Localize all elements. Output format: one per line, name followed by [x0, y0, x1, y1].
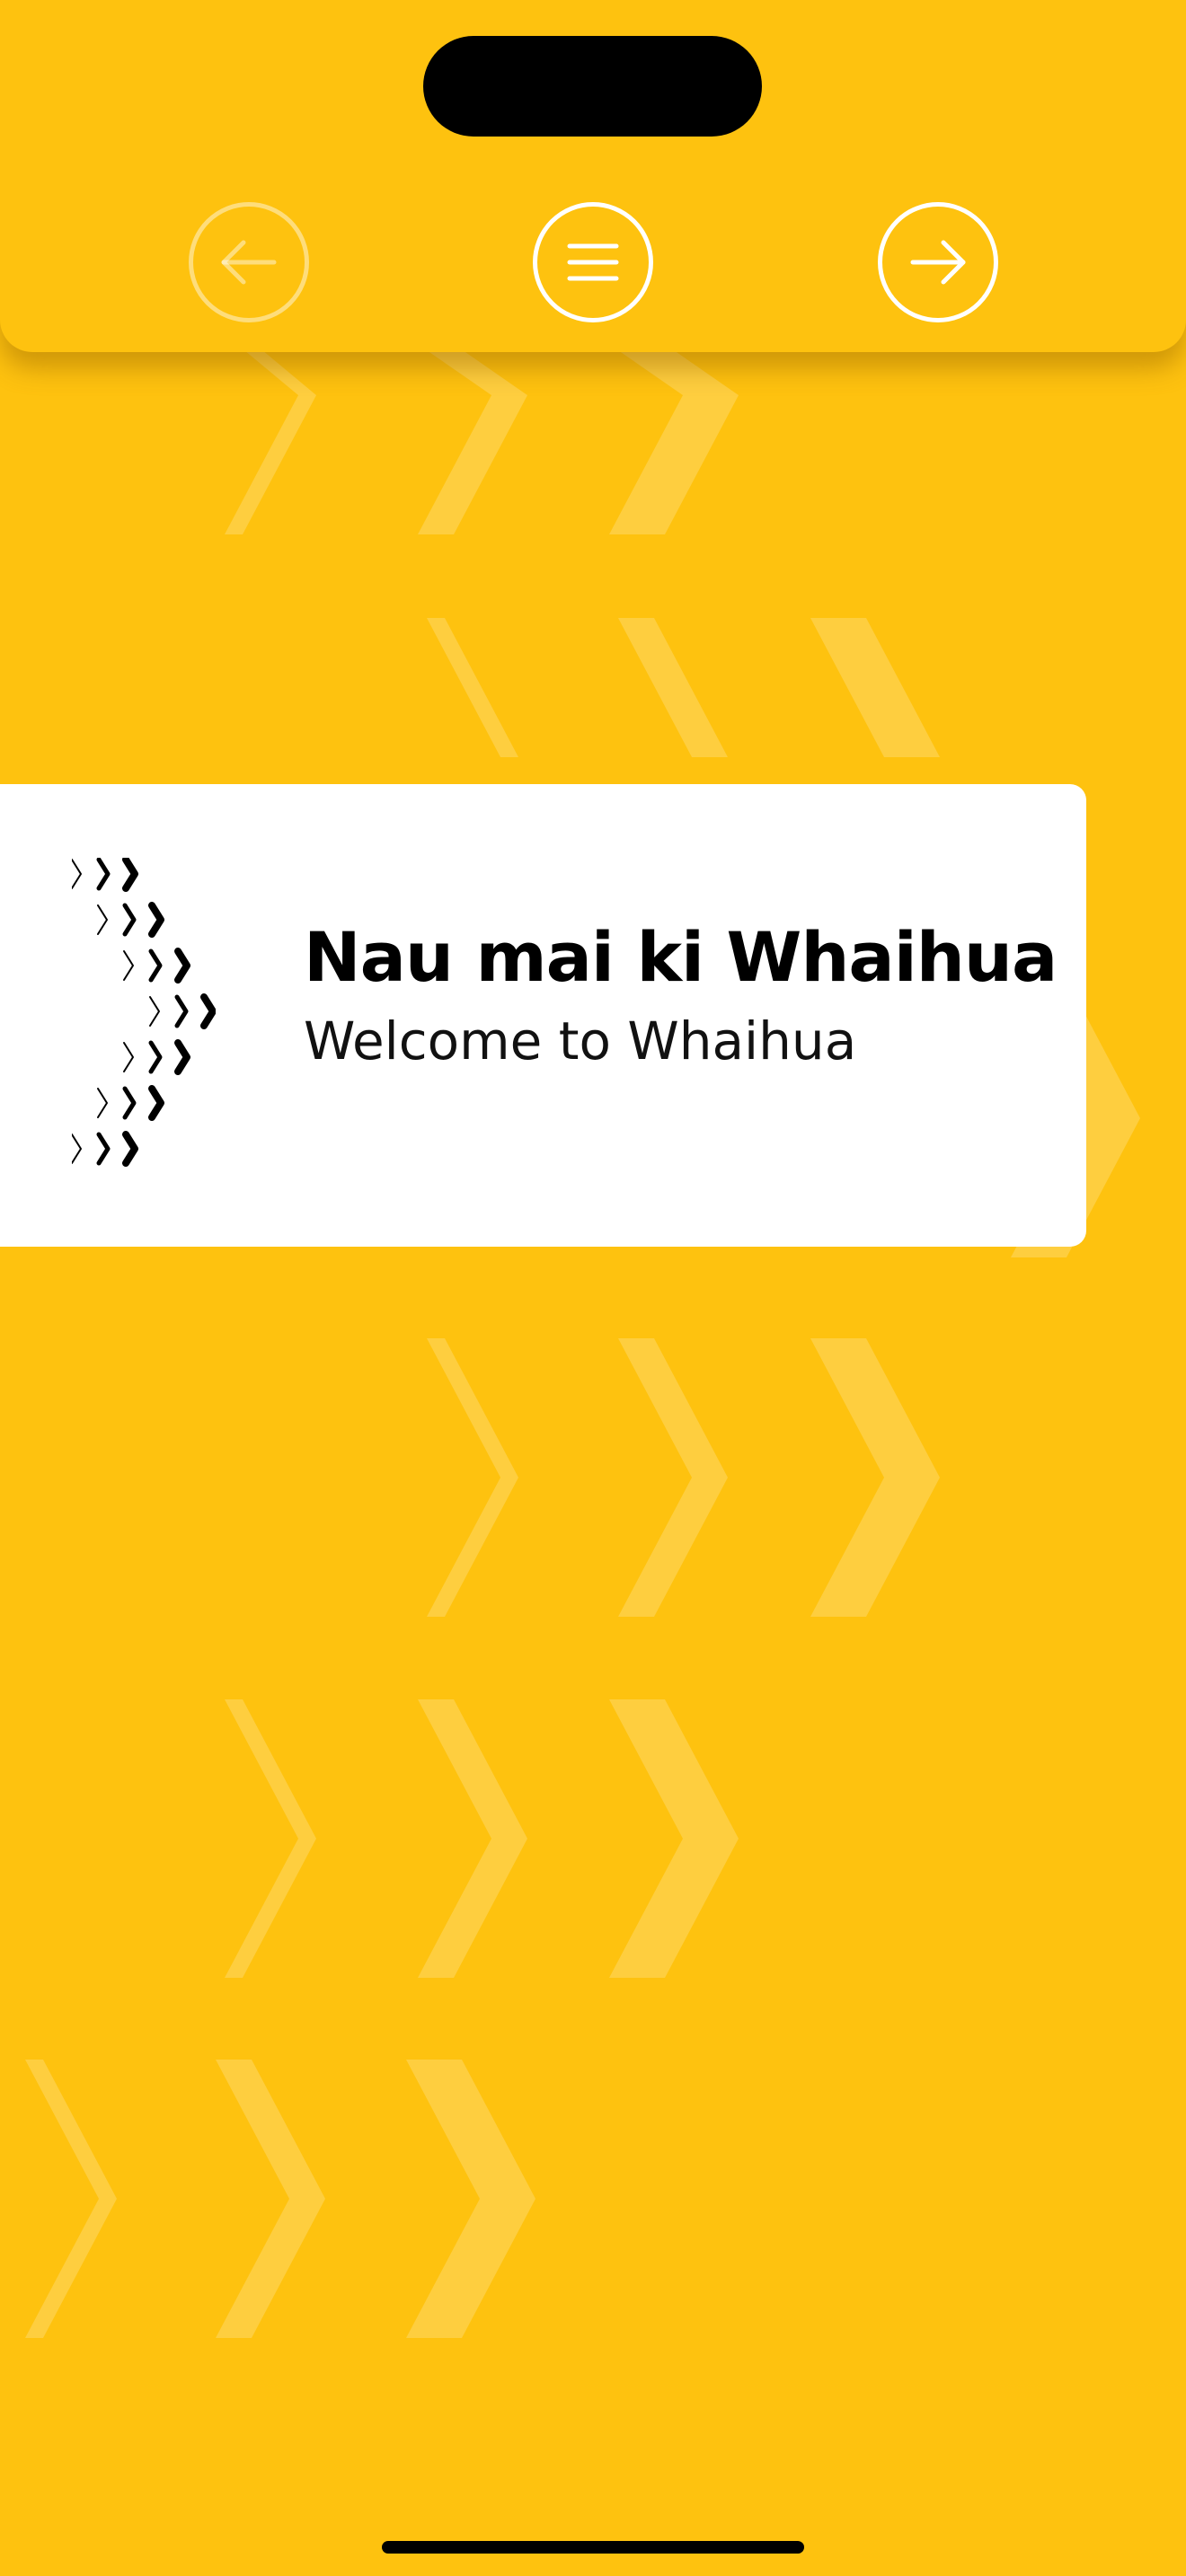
chevron-mark — [216, 2060, 325, 2199]
chevron-mark — [810, 1338, 940, 1478]
back-button[interactable] — [189, 202, 309, 322]
chevron-mark — [418, 1699, 527, 1839]
chevron-mark — [25, 2060, 117, 2199]
chevron-mark — [427, 618, 518, 757]
chevron-mark — [225, 1699, 316, 1839]
welcome-card: Nau mai ki Whaihua Welcome to Whaihua — [0, 784, 1086, 1247]
chevron-mark — [609, 395, 739, 534]
menu-button[interactable] — [533, 202, 653, 322]
chevron-mark — [618, 618, 728, 757]
top-navigation-bar — [0, 0, 1186, 352]
chevron-mark — [618, 350, 739, 395]
chevron-mark — [810, 618, 940, 757]
chevron-mark — [418, 395, 527, 534]
chevron-mark — [406, 2199, 535, 2338]
arrow-right-icon — [910, 240, 966, 285]
welcome-subtitle: Welcome to Whaihua — [304, 1010, 857, 1072]
chevron-mark — [244, 350, 316, 395]
chevron-mark — [418, 1839, 527, 1978]
chevron-mark — [810, 1478, 940, 1617]
next-button[interactable] — [878, 202, 998, 322]
chevron-mark — [25, 2199, 117, 2338]
background-chevron-pattern — [25, 350, 1140, 2338]
chevron-mark — [427, 350, 527, 395]
arrow-left-icon — [221, 240, 277, 285]
dynamic-island — [423, 36, 762, 137]
home-indicator[interactable] — [382, 2541, 804, 2554]
chevron-mark — [225, 1839, 316, 1978]
chevron-mark — [225, 395, 316, 534]
chevron-mark — [609, 1839, 739, 1978]
chevron-mark — [427, 1338, 518, 1478]
chevron-mark — [609, 1699, 739, 1839]
chevron-mark — [618, 1478, 728, 1617]
welcome-title: Nau mai ki Whaihua — [304, 917, 1058, 997]
chevron-mark — [406, 2060, 535, 2199]
chevron-mark — [216, 2199, 325, 2338]
menu-icon — [567, 243, 619, 281]
chevron-arrow-logo-icon — [72, 858, 216, 1167]
chevron-mark — [618, 1338, 728, 1478]
chevron-mark — [427, 1478, 518, 1617]
